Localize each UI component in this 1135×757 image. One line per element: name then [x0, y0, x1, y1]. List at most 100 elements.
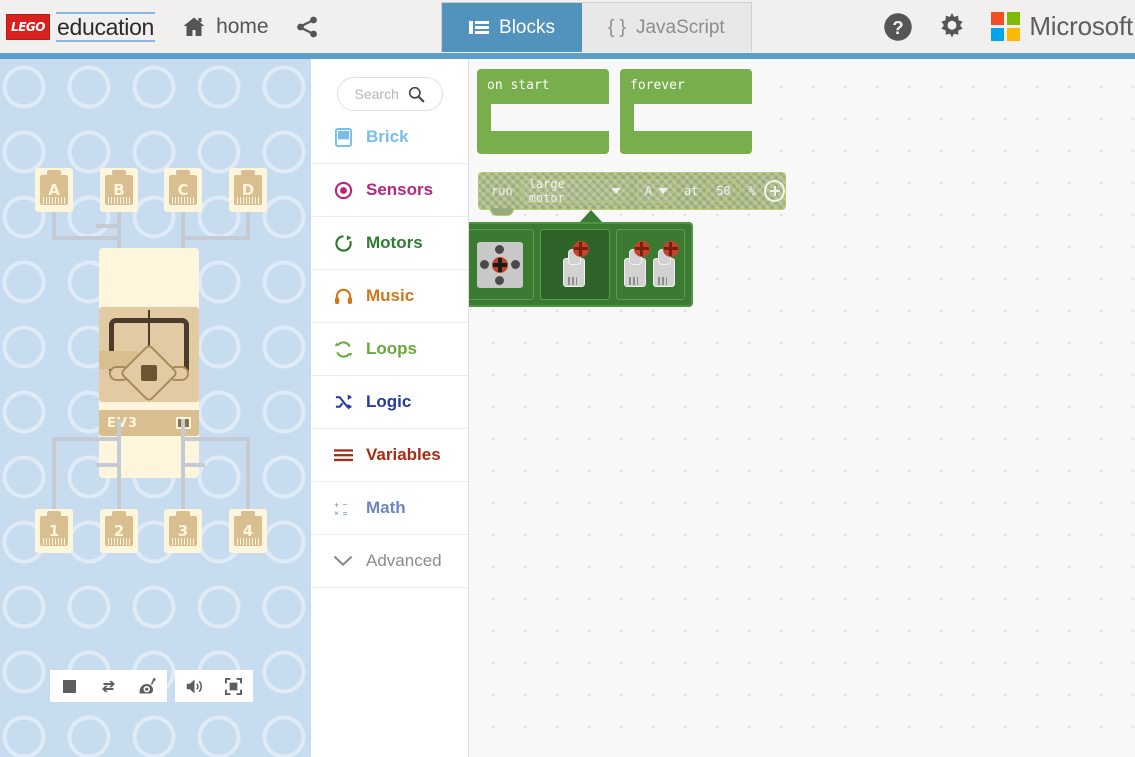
sidebar-item-motors[interactable]: Motors	[311, 217, 468, 270]
sidebar-item-math[interactable]: + − × = Math	[311, 482, 468, 535]
mute-button[interactable]	[175, 670, 214, 702]
sensor-port-4[interactable]: 4	[229, 509, 267, 553]
tab-javascript[interactable]: { } JavaScript	[582, 3, 751, 52]
motor-type-dropdown[interactable]: large motor	[520, 177, 629, 205]
sidebar-item-brick[interactable]: Brick	[311, 111, 468, 164]
motor-type-value: large motor	[528, 177, 565, 205]
search-input[interactable]	[354, 86, 403, 102]
sidebar-item-sensors[interactable]: Sensors	[311, 164, 468, 217]
motor-port-value: A	[644, 184, 652, 198]
wire-a2	[52, 236, 120, 240]
motor-rotate-icon	[333, 233, 353, 253]
wire-b2	[96, 224, 121, 228]
sidebar-item-variables[interactable]: Variables	[311, 429, 468, 482]
gear-icon	[941, 12, 963, 37]
sidebar-item-advanced[interactable]: Advanced	[311, 535, 468, 588]
wire-c	[181, 212, 185, 248]
sensor-port-1[interactable]: 1	[35, 509, 73, 553]
microsoft-label: Microsoft	[1029, 11, 1133, 41]
medium-motor-option[interactable]	[469, 229, 535, 300]
sensor-port-3[interactable]: 3	[164, 509, 202, 553]
loop-arrows-icon	[333, 339, 353, 359]
sidebar-item-math-label: Math	[366, 498, 406, 517]
lego-education-logo[interactable]: LEGO education	[6, 9, 156, 45]
settings-button[interactable]	[937, 12, 967, 42]
magnifier-icon	[408, 86, 424, 102]
microsoft-logo[interactable]: Microsoft	[991, 11, 1133, 42]
snail-icon	[139, 678, 156, 694]
editor-mode-tabs: Blocks { } JavaScript	[441, 2, 752, 52]
tab-blocks[interactable]: Blocks	[442, 3, 582, 52]
plus-circle-icon[interactable]	[763, 180, 785, 202]
at-label: at	[683, 184, 699, 198]
home-button[interactable]: home	[181, 15, 269, 39]
tab-blocks-label: Blocks	[499, 16, 555, 38]
on-start-inner-slot	[491, 104, 609, 131]
sensor-port-2[interactable]: 2	[100, 509, 138, 553]
motor-port-a-label: A	[48, 181, 60, 199]
sidebar-item-loops[interactable]: Loops	[311, 323, 468, 376]
dual-large-motor-option[interactable]	[615, 229, 685, 300]
simulator-panel: A B C D EV3 1 2 3 4	[0, 59, 311, 757]
simulator-toolbar	[50, 670, 253, 702]
sidebar-item-logic-label: Logic	[366, 392, 412, 411]
help-button[interactable]: ?	[883, 12, 913, 42]
share-button[interactable]	[295, 15, 319, 39]
wire-1b	[52, 437, 120, 441]
sidebar-item-advanced-label: Advanced	[366, 551, 442, 570]
home-icon	[183, 17, 205, 36]
motor-port-b-label: B	[113, 181, 125, 199]
motor-type-picker	[469, 222, 693, 307]
wire-2b	[96, 463, 121, 467]
slow-motion-button[interactable]	[128, 670, 167, 702]
sensor-port-4-label: 4	[242, 522, 254, 540]
motor-port-dropdown[interactable]: A	[636, 179, 676, 203]
blocks-icon	[469, 21, 490, 34]
forever-inner-slot	[634, 104, 752, 131]
svg-text:=: =	[342, 508, 347, 517]
tab-javascript-label: JavaScript	[635, 16, 725, 38]
stop-button[interactable]	[50, 670, 89, 702]
toolbox-sidebar: Brick Sensors Motors Music	[311, 59, 469, 757]
motor-port-a[interactable]: A	[35, 168, 73, 212]
sidebar-item-music[interactable]: Music	[311, 270, 468, 323]
brick-screen-icon	[333, 127, 353, 147]
wire-d2	[181, 236, 250, 240]
brick-center-button[interactable]	[141, 365, 157, 381]
motor-port-b[interactable]: B	[100, 168, 138, 212]
sensor-port-2-label: 2	[113, 522, 125, 540]
sidebar-item-brick-label: Brick	[366, 127, 409, 146]
blocks-workspace[interactable]: on start forever run large motor A at 50…	[469, 59, 1135, 757]
search-box[interactable]	[336, 77, 443, 111]
sidebar-item-sensors-label: Sensors	[366, 180, 434, 199]
share-icon	[296, 16, 317, 37]
output-controls	[175, 670, 253, 702]
lines-icon	[333, 445, 353, 465]
lego-logo-icon: LEGO	[6, 13, 50, 40]
operators-icon: + − × =	[333, 498, 353, 518]
brick-button-pad[interactable]	[109, 343, 189, 403]
motor-port-c-label: C	[177, 181, 189, 199]
restart-button[interactable]	[89, 670, 128, 702]
speed-input[interactable]: 50	[706, 180, 741, 202]
sensor-port-3-label: 3	[177, 522, 189, 540]
brick-label: EV3	[107, 415, 138, 431]
motor-port-d[interactable]: D	[229, 168, 267, 212]
braces-icon: { }	[608, 16, 626, 38]
run-motor-block[interactable]: run large motor A at 50 %	[478, 172, 786, 216]
motor-port-c[interactable]: C	[164, 168, 202, 212]
chevron-down-icon	[610, 188, 621, 194]
playback-controls	[50, 670, 167, 702]
fullscreen-button[interactable]	[214, 670, 253, 702]
chevron-down-icon	[657, 188, 668, 194]
forever-block[interactable]: forever	[620, 69, 752, 154]
app-header: LEGO education home Blocks {} JavaScrip…	[0, 0, 1135, 53]
on-start-block[interactable]: on start	[477, 69, 609, 154]
svg-text:×: ×	[334, 508, 339, 517]
sidebar-item-logic[interactable]: Logic	[311, 376, 468, 429]
svg-text:?: ?	[893, 16, 904, 37]
dual-large-motor-icon	[622, 240, 679, 289]
chevron-down-icon	[333, 551, 353, 571]
large-motor-option[interactable]	[540, 229, 610, 300]
lego-logo-text: LEGO	[11, 19, 45, 34]
